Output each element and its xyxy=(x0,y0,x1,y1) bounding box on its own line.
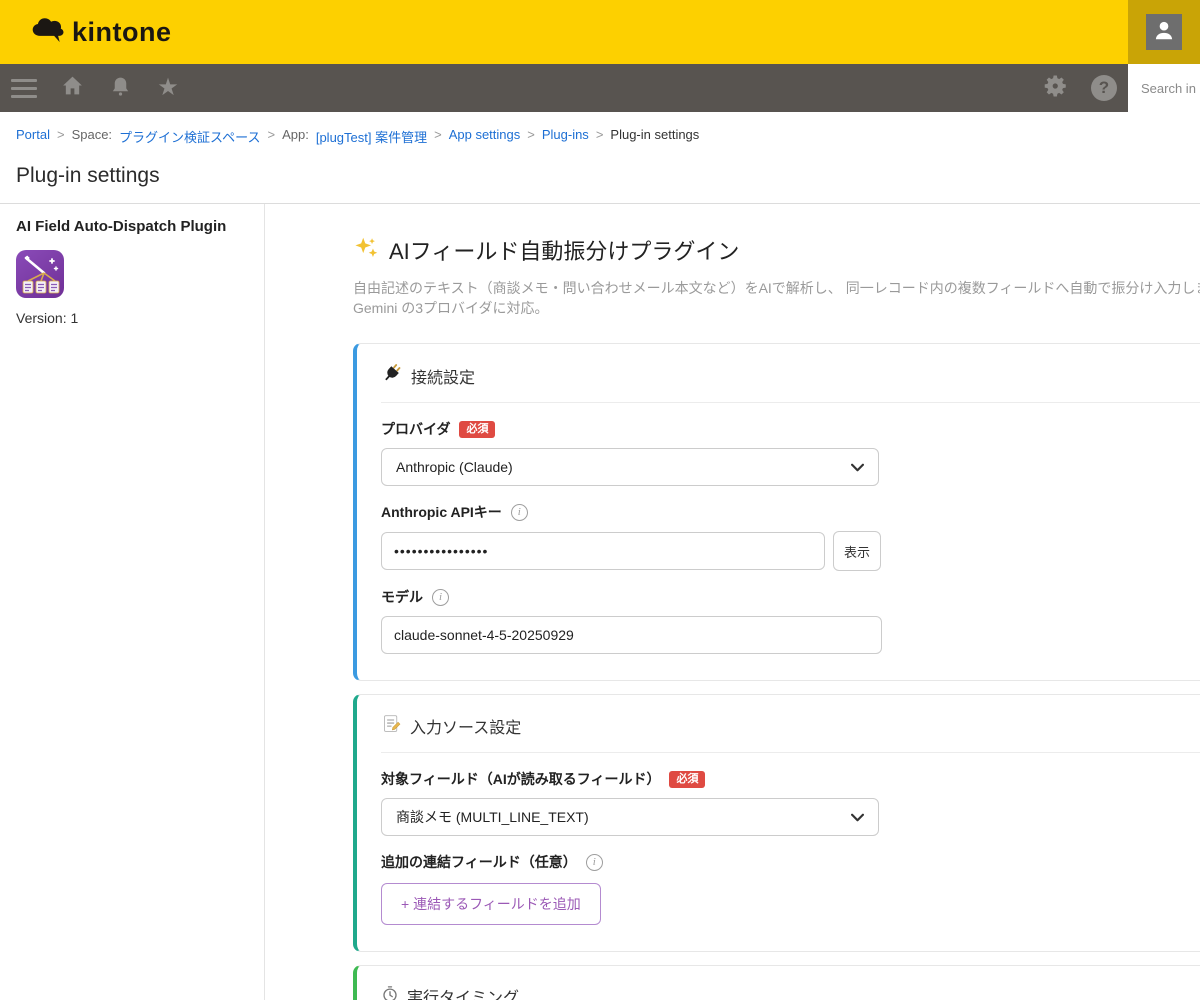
user-menu[interactable] xyxy=(1128,0,1200,64)
provider-selected-value: Anthropic (Claude) xyxy=(396,459,513,475)
avatar xyxy=(1146,14,1182,50)
plugin-icon xyxy=(16,250,64,298)
model-label: モデル xyxy=(381,587,423,607)
api-key-input[interactable] xyxy=(381,532,825,570)
plugin-sidebar: AI Field Auto-Dispatch Plugin xyxy=(0,204,265,1000)
hamburger-icon xyxy=(11,79,37,98)
target-field-select[interactable]: 商談メモ (MULTI_LINE_TEXT) xyxy=(381,798,879,836)
extra-fields-label: 追加の連結フィールド（任意） xyxy=(381,852,577,872)
add-linked-field-button[interactable]: + 連結するフィールドを追加 xyxy=(381,883,601,925)
required-badge: 必須 xyxy=(669,771,705,788)
breadcrumb-space-prefix: Space: xyxy=(72,127,112,146)
info-icon[interactable]: i xyxy=(511,504,528,521)
plugin-name: AI Field Auto-Dispatch Plugin xyxy=(16,218,248,235)
page-title: Plug-in settings xyxy=(16,164,1184,188)
sparkles-icon xyxy=(353,235,379,266)
model-input[interactable] xyxy=(381,616,882,654)
clock-icon xyxy=(381,985,399,1000)
home-icon xyxy=(60,73,85,103)
plugin-version: Version: 1 xyxy=(16,310,248,326)
breadcrumb-current: Plug-in settings xyxy=(610,127,699,146)
section-connection-settings: 接続設定 プロバイダ 必須 Anthropic (Claude) Anthrop… xyxy=(353,343,1200,681)
nav-bar: ★ ? Search in xyxy=(0,64,1200,112)
search-placeholder: Search in xyxy=(1141,81,1196,96)
settings-button[interactable] xyxy=(1032,64,1080,112)
target-field-selected-value: 商談メモ (MULTI_LINE_TEXT) xyxy=(396,807,589,827)
breadcrumb-portal[interactable]: Portal xyxy=(16,127,50,146)
section-execution-timing: 実行タイミング ボタンを押したとき 推奨 xyxy=(353,965,1200,1000)
notifications-button[interactable] xyxy=(96,64,144,112)
section-divider xyxy=(381,402,1200,403)
chevron-down-icon xyxy=(851,809,864,825)
chevron-down-icon xyxy=(851,459,864,475)
top-bar: kintone xyxy=(0,0,1200,64)
section-title: 接続設定 xyxy=(411,364,475,388)
section-title: 実行タイミング xyxy=(407,984,519,1000)
search-input[interactable]: Search in xyxy=(1128,64,1200,112)
provider-select[interactable]: Anthropic (Claude) xyxy=(381,448,879,486)
help-button[interactable]: ? xyxy=(1080,64,1128,112)
section-divider xyxy=(381,752,1200,753)
breadcrumb-plugins[interactable]: Plug-ins xyxy=(542,127,589,146)
plug-icon xyxy=(381,362,403,389)
gear-icon xyxy=(1043,73,1069,104)
breadcrumb-app-settings[interactable]: App settings xyxy=(449,127,521,146)
hamburger-menu-button[interactable] xyxy=(0,64,48,112)
memo-icon xyxy=(381,713,402,739)
show-api-key-button[interactable]: 表示 xyxy=(833,531,881,571)
kintone-logo-text: kintone xyxy=(72,17,172,48)
api-key-label: Anthropic APIキー xyxy=(381,502,502,522)
section-title: 入力ソース設定 xyxy=(410,714,521,738)
target-field-label: 対象フィールド（AIが読み取るフィールド） xyxy=(381,769,660,789)
info-icon[interactable]: i xyxy=(432,589,449,606)
breadcrumb-app-prefix: App: xyxy=(282,127,309,146)
plugin-description: 自由記述のテキスト（商談メモ・問い合わせメール本文など）をAIで解析し、 同一レ… xyxy=(353,278,1200,318)
home-button[interactable] xyxy=(48,64,96,112)
kintone-cloud-icon xyxy=(30,15,66,50)
breadcrumb-app-link[interactable]: [plugTest] 案件管理 xyxy=(316,127,427,146)
provider-label: プロバイダ xyxy=(381,419,450,439)
favorites-button[interactable]: ★ xyxy=(144,64,192,112)
breadcrumb: Portal > Space: プラグイン検証スペース > App: [plug… xyxy=(0,112,1200,146)
person-icon xyxy=(1151,17,1177,48)
star-icon: ★ xyxy=(157,76,179,100)
plugin-heading: AIフィールド自動振分けプラグイン xyxy=(389,234,739,266)
question-icon: ? xyxy=(1091,75,1117,101)
info-icon[interactable]: i xyxy=(586,854,603,871)
breadcrumb-space-link[interactable]: プラグイン検証スペース xyxy=(119,127,260,146)
bell-icon xyxy=(109,74,132,103)
required-badge: 必須 xyxy=(459,421,495,438)
kintone-logo[interactable]: kintone xyxy=(30,15,172,50)
section-input-source-settings: 入力ソース設定 対象フィールド（AIが読み取るフィールド） 必須 商談メモ (M… xyxy=(353,694,1200,952)
plugin-settings-form: AIフィールド自動振分けプラグイン 自由記述のテキスト（商談メモ・問い合わせメー… xyxy=(265,204,1200,1000)
